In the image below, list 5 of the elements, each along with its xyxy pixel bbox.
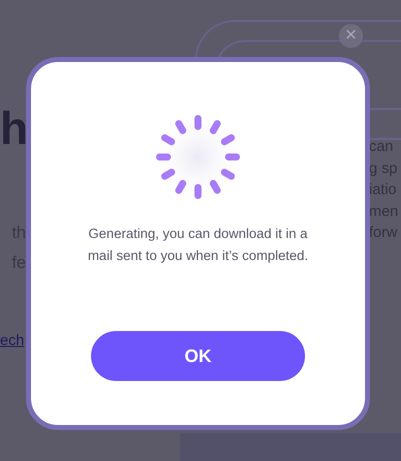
close-button[interactable]: × xyxy=(339,24,363,48)
link[interactable]: ech xyxy=(0,330,24,352)
dialog-message: Generating, you can download it in a mail sent to you when it’s completed. xyxy=(86,225,310,265)
ok-button[interactable]: OK xyxy=(91,331,305,381)
heading-text: h xyxy=(0,101,28,156)
